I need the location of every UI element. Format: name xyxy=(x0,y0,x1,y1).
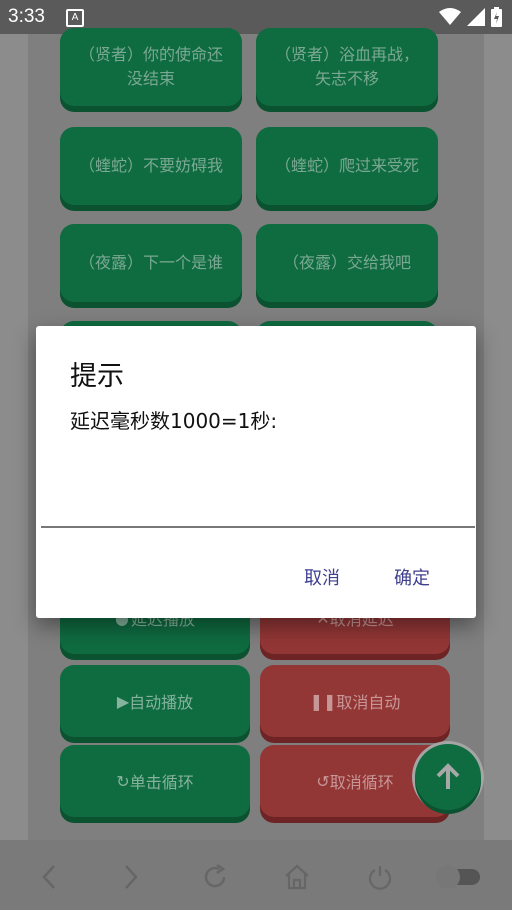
toggle-icon xyxy=(436,865,480,889)
clock: 3:33 xyxy=(8,6,45,27)
home-button[interactable] xyxy=(280,860,314,894)
dialog-message: 延迟毫秒数1000=1秒: xyxy=(70,409,278,433)
voice-button-2[interactable]: （贤者）浴血再战，矢志不移 xyxy=(256,28,438,106)
voice-button-6[interactable]: （夜露）交给我吧 xyxy=(256,224,438,302)
power-button[interactable] xyxy=(363,860,397,894)
cancel-auto-button[interactable]: ❚❚ 取消自动 xyxy=(260,665,450,737)
home-icon xyxy=(285,864,309,890)
play-icon: ▶ xyxy=(116,691,130,711)
auto-play-button[interactable]: ▶ 自动播放 xyxy=(60,665,250,737)
toggle-switch[interactable] xyxy=(434,860,484,894)
refresh-icon xyxy=(204,863,226,888)
notification-icon: A xyxy=(66,9,84,27)
scroll-top-button[interactable] xyxy=(415,744,481,810)
power-icon xyxy=(368,866,392,890)
single-loop-button[interactable]: ↻ 单击循环 xyxy=(60,745,250,817)
battery-icon xyxy=(491,7,502,27)
cancel-button[interactable]: 取消 xyxy=(304,564,340,590)
status-icons xyxy=(439,7,502,27)
dialog-title: 提示 xyxy=(70,361,124,392)
delay-input[interactable] xyxy=(41,488,475,528)
redo-icon: ↻ xyxy=(116,771,130,791)
pause-icon: ❚❚ xyxy=(309,691,337,711)
bottom-nav xyxy=(0,840,512,910)
delay-dialog: 提示 延迟毫秒数1000=1秒: 取消 确定 xyxy=(36,326,476,618)
wifi-icon xyxy=(439,8,461,25)
voice-button-5[interactable]: （夜露）下一个是谁 xyxy=(60,224,242,302)
voice-button-4[interactable]: （蝰蛇）爬过来受死 xyxy=(256,127,438,205)
arrow-up-icon xyxy=(436,763,460,789)
voice-button-1[interactable]: （贤者）你的使命还没结束 xyxy=(60,28,242,106)
undo-icon: ↺ xyxy=(316,771,330,791)
chevron-left-icon xyxy=(42,865,55,889)
chevron-right-icon xyxy=(125,865,138,889)
refresh-button[interactable] xyxy=(198,860,232,894)
voice-button-3[interactable]: （蝰蛇）不要妨碍我 xyxy=(60,127,242,205)
forward-button[interactable] xyxy=(114,860,148,894)
back-button[interactable] xyxy=(32,860,66,894)
signal-icon xyxy=(467,8,485,26)
ok-button[interactable]: 确定 xyxy=(394,564,430,590)
